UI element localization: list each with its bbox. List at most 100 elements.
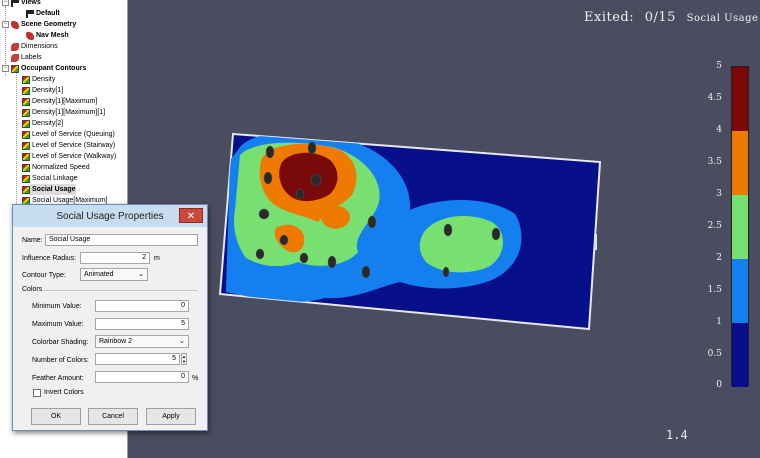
labels-icon xyxy=(11,53,19,62)
feather-amount-label: Feather Amount: xyxy=(32,375,84,382)
invert-colors-checkbox[interactable] xyxy=(33,389,41,397)
tree-item-los-walkway[interactable]: Level of Service (Walkway) xyxy=(22,151,116,162)
collapse-icon[interactable]: − xyxy=(2,0,9,6)
contour-icon xyxy=(22,152,30,161)
colorbar-shading-select[interactable]: Rainbow 2 ⌄ xyxy=(95,335,189,348)
colorbar-segment xyxy=(732,67,748,131)
colorbar-shading-label: Colorbar Shading: xyxy=(32,339,89,346)
contour-band-darkred xyxy=(279,152,338,202)
tree-connector xyxy=(16,72,17,204)
contour-icon xyxy=(22,185,30,194)
contour-icon xyxy=(22,130,30,139)
cancel-button[interactable]: Cancel xyxy=(88,408,138,425)
influence-radius-unit: m xyxy=(154,255,160,262)
invert-colors-label: Invert Colors xyxy=(44,389,84,396)
contour-icon xyxy=(22,141,30,150)
colorbar-tick: 5 xyxy=(716,61,722,71)
close-icon[interactable]: ✕ xyxy=(179,208,203,223)
group-divider xyxy=(44,290,198,291)
colorbar-legend xyxy=(731,66,749,387)
contour-icon xyxy=(11,64,19,73)
minimum-value-field[interactable]: 0 xyxy=(95,300,189,312)
collapse-icon[interactable]: − xyxy=(2,65,9,72)
colorbar-tick: 0.5 xyxy=(707,349,722,359)
colorbar-tick: 1.5 xyxy=(707,285,722,295)
tree-item-social-usage[interactable]: Social Usage xyxy=(22,184,76,195)
contour-band-green-east xyxy=(419,216,504,273)
colorbar-tick: 2.5 xyxy=(707,221,722,231)
chevron-down-icon: ⌄ xyxy=(138,271,144,278)
version-label: 1.4 xyxy=(666,428,688,442)
colorbar-segment xyxy=(732,259,748,323)
collapse-icon[interactable]: − xyxy=(2,21,9,28)
ok-button[interactable]: OK xyxy=(31,408,81,425)
nav-mesh-icon xyxy=(26,31,34,40)
chevron-down-icon: ⌄ xyxy=(179,338,185,345)
contour-icon xyxy=(22,119,30,128)
geometry-icon xyxy=(11,20,19,29)
exited-count: 0/15 xyxy=(644,10,676,25)
tree-item-normalized-speed[interactable]: Normalized Speed xyxy=(22,162,90,173)
contour-icon xyxy=(22,174,30,183)
dimensions-icon xyxy=(11,42,19,51)
contour-icon xyxy=(22,97,30,106)
name-label: Name: xyxy=(22,237,43,244)
tree-item-occupant-contours[interactable]: − Occupant Contours xyxy=(2,63,86,74)
exit-door-marker xyxy=(594,234,597,250)
colorbar-tick: 4.5 xyxy=(707,93,722,103)
number-of-colors-label: Number of Colors: xyxy=(32,357,89,364)
colorbar-segment xyxy=(732,131,748,195)
exited-label: Exited: xyxy=(584,10,635,25)
minimum-value-label: Minimum Value: xyxy=(32,303,82,310)
contour-icon xyxy=(22,75,30,84)
colorbar-tick: 2 xyxy=(716,253,722,263)
number-of-colors-stepper[interactable]: ▲ ▼ xyxy=(181,353,187,365)
number-of-colors-field[interactable]: 5 xyxy=(95,353,180,365)
view-flag-icon xyxy=(26,9,34,18)
tree-item-density[interactable]: Density xyxy=(22,74,55,85)
tree-item-dimensions[interactable]: Dimensions xyxy=(11,41,58,52)
maximum-value-field[interactable]: 5 xyxy=(95,318,189,330)
active-contour-name: Social Usage xyxy=(686,13,759,24)
contour-type-select[interactable]: Animated ⌄ xyxy=(80,268,148,281)
exited-status: Exited: 0/15 Social Usage xyxy=(584,10,758,25)
apply-button[interactable]: Apply xyxy=(146,408,196,425)
colorbar-tick: 0 xyxy=(716,380,722,390)
views-icon xyxy=(11,0,19,7)
tree-item-labels[interactable]: Labels xyxy=(11,52,42,63)
tree-item-density-1-maximum[interactable]: Density[1][Maximum] xyxy=(22,96,97,107)
colorbar-tick: 3 xyxy=(716,189,722,199)
dialog-titlebar[interactable]: Social Usage Properties ✕ xyxy=(13,205,207,227)
influence-radius-field[interactable]: 2 xyxy=(80,252,150,264)
tree-item-los-queuing[interactable]: Level of Service (Queuing) xyxy=(22,129,115,140)
contour-icon xyxy=(22,163,30,172)
tree-item-scene-geometry[interactable]: − Scene Geometry xyxy=(2,19,76,30)
tree-item-density-1[interactable]: Density[1] xyxy=(22,85,63,96)
tree-item-density-2[interactable]: Density[2] xyxy=(22,118,63,129)
contour-icon xyxy=(22,86,30,95)
maximum-value-label: Maximum Value: xyxy=(32,321,84,328)
name-field[interactable]: Social Usage xyxy=(45,234,198,246)
contour-floor-render[interactable] xyxy=(128,0,760,458)
colors-group-label: Colors xyxy=(22,286,43,293)
contour-icon xyxy=(22,108,30,117)
colorbar-segment xyxy=(732,323,748,387)
tree-item-nav-mesh[interactable]: Nav Mesh xyxy=(26,30,69,41)
colorbar-tick: 1 xyxy=(716,317,722,327)
feather-amount-field[interactable]: 0 xyxy=(95,371,189,383)
3d-viewport[interactable]: Exited: 0/15 Social Usage 1.4 xyxy=(128,0,760,458)
tree-item-density-1-maximum-1[interactable]: Density[1][Maximum][1] xyxy=(22,107,105,118)
colorbar-shading-value: Rainbow 2 xyxy=(99,338,133,345)
colorbar-tick: 4 xyxy=(716,125,722,135)
contour-type-value: Animated xyxy=(84,271,114,278)
dialog-title: Social Usage Properties xyxy=(56,210,164,222)
colorbar-tick: 3.5 xyxy=(707,157,722,167)
influence-radius-label: Influence Radius: xyxy=(22,255,77,262)
colorbar-segment xyxy=(732,195,748,259)
tree-item-default-view[interactable]: Default xyxy=(26,8,60,19)
tree-item-los-stairway[interactable]: Level of Service (Stairway) xyxy=(22,140,115,151)
tree-item-social-linkage[interactable]: Social Linkage xyxy=(22,173,78,184)
contour-type-label: Contour Type: xyxy=(22,272,66,279)
tree-item-views[interactable]: − Views xyxy=(2,0,41,8)
feather-amount-unit: % xyxy=(192,375,199,382)
